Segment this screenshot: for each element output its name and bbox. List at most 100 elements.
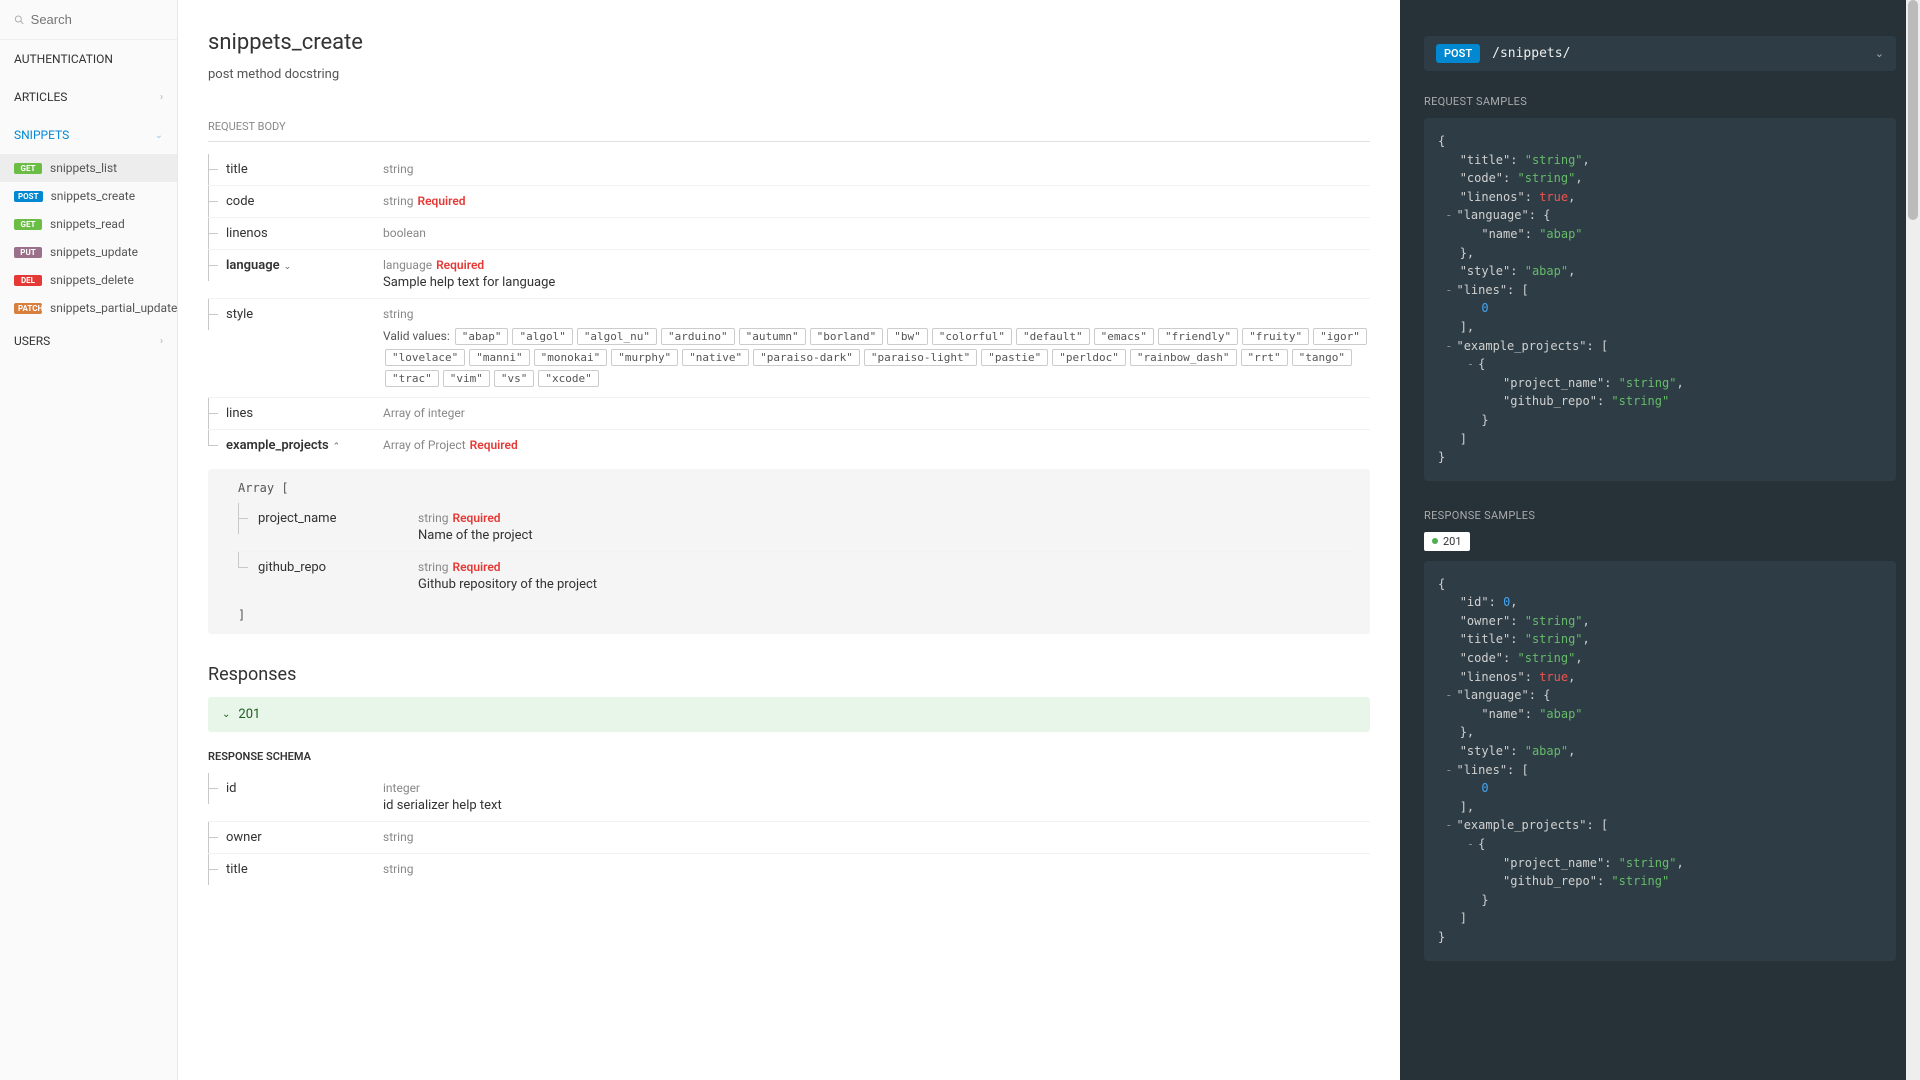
sidebar: AUTHENTICATIONARTICLES›SNIPPETS⌄GETsnipp… xyxy=(0,0,178,1080)
nav-section[interactable]: ARTICLES› xyxy=(0,78,177,116)
nested-array-block: Array [ project_name stringRequiredName … xyxy=(208,469,1370,634)
property-row: linenos boolean xyxy=(208,218,1370,250)
enum-value: "pastie" xyxy=(981,349,1048,366)
nav-item[interactable]: PUTsnippets_update xyxy=(0,238,177,266)
nested-array-open: Array [ xyxy=(228,481,1350,495)
nav-item[interactable]: PATCHsnippets_partial_update xyxy=(0,294,177,322)
nav-item[interactable]: DELsnippets_delete xyxy=(0,266,177,294)
property-name: code xyxy=(226,194,254,209)
response-tab-201[interactable]: 201 xyxy=(1424,532,1470,551)
response-schema-label: RESPONSE SCHEMA xyxy=(208,750,1370,763)
property-name[interactable]: example_projects xyxy=(226,438,329,453)
enum-value: "fruity" xyxy=(1242,328,1309,345)
request-sample-code[interactable]: { "title": "string", "code": "string", "… xyxy=(1424,118,1896,481)
enum-value: "manni" xyxy=(469,349,529,366)
endpoint-path: /snippets/ xyxy=(1492,46,1570,61)
property-name: github_repo xyxy=(258,560,326,575)
enum-value: "paraiso-dark" xyxy=(753,349,860,366)
enum-value: "algol_nu" xyxy=(577,328,657,345)
chevron-down-icon: ⌄ xyxy=(222,709,230,720)
nav-section[interactable]: AUTHENTICATION xyxy=(0,40,177,78)
chevron-up-icon[interactable]: ⌃ xyxy=(333,442,341,452)
nav-item[interactable]: GETsnippets_read xyxy=(0,210,177,238)
enum-value: "default" xyxy=(1016,328,1090,345)
responses-heading: Responses xyxy=(208,664,1370,685)
property-name: linenos xyxy=(226,226,268,241)
response-samples-label: RESPONSE SAMPLES xyxy=(1424,509,1896,522)
nav-item[interactable]: GETsnippets_list xyxy=(0,154,177,182)
nav-section[interactable]: SNIPPETS⌄ xyxy=(0,116,177,154)
search-icon xyxy=(14,14,25,26)
enum-value: "paraiso-light" xyxy=(864,349,977,366)
property-row: id integerid serializer help text xyxy=(208,773,1370,822)
endpoint-method-badge: POST xyxy=(1436,44,1480,63)
enum-value: "trac" xyxy=(385,370,439,387)
enum-value: "native" xyxy=(682,349,749,366)
property-name: id xyxy=(226,781,237,796)
enum-value: "rainbow_dash" xyxy=(1130,349,1237,366)
enum-value: "borland" xyxy=(810,328,884,345)
main-content: snippets_create post method docstring RE… xyxy=(178,0,1400,1080)
request-body-label: REQUEST BODY xyxy=(208,112,1370,142)
property-row: project_name stringRequiredName of the p… xyxy=(228,503,1350,552)
property-name: title xyxy=(226,162,248,177)
response-sample-code[interactable]: { "id": 0, "owner": "string", "title": "… xyxy=(1424,561,1896,961)
endpoint-header[interactable]: POST /snippets/ ⌄ xyxy=(1424,36,1896,71)
enum-value: "bw" xyxy=(887,328,928,345)
enum-value: "monokai" xyxy=(534,349,608,366)
property-name: title xyxy=(226,862,248,877)
nav-section[interactable]: USERS› xyxy=(0,322,177,360)
enum-value: "abap" xyxy=(455,328,509,345)
chevron-down-icon[interactable]: ⌄ xyxy=(284,262,292,272)
property-name: owner xyxy=(226,830,262,845)
property-name[interactable]: language xyxy=(226,258,280,273)
enum-value: "emacs" xyxy=(1094,328,1154,345)
property-row: owner string xyxy=(208,822,1370,854)
search-input[interactable] xyxy=(31,12,163,27)
property-row: code stringRequired xyxy=(208,186,1370,218)
enum-value: "vim" xyxy=(443,370,490,387)
property-row: title string xyxy=(208,854,1370,885)
enum-value: "perldoc" xyxy=(1052,349,1126,366)
request-samples-label: REQUEST SAMPLES xyxy=(1424,95,1896,108)
enum-value: "igor" xyxy=(1313,328,1367,345)
enum-value: "murphy" xyxy=(611,349,678,366)
scrollbar[interactable] xyxy=(1906,0,1920,1080)
property-name: project_name xyxy=(258,511,336,526)
enum-value: "arduino" xyxy=(661,328,735,345)
method-badge: POST xyxy=(14,191,43,202)
enum-value: "algol" xyxy=(512,328,572,345)
enum-value: "tango" xyxy=(1292,349,1352,366)
method-badge: GET xyxy=(14,163,42,174)
enum-value: "colorful" xyxy=(932,328,1012,345)
property-row: example_projects⌃ Array of ProjectRequir… xyxy=(208,430,1370,461)
enum-value: "rrt" xyxy=(1241,349,1288,366)
property-row: lines Array of integer xyxy=(208,398,1370,430)
method-badge: PUT xyxy=(14,247,42,258)
enum-value: "autumn" xyxy=(739,328,806,345)
chevron-down-icon: ⌄ xyxy=(1875,47,1884,60)
right-panel: POST /snippets/ ⌄ REQUEST SAMPLES { "tit… xyxy=(1400,0,1920,1080)
property-row: github_repo stringRequiredGithub reposit… xyxy=(228,552,1350,600)
response-schema: id integerid serializer help text owner … xyxy=(208,773,1370,885)
enum-value: "lovelace" xyxy=(385,349,465,366)
method-badge: DEL xyxy=(14,275,42,286)
status-dot-icon xyxy=(1432,538,1438,544)
method-badge: GET xyxy=(14,219,42,230)
enum-value: "xcode" xyxy=(538,370,598,387)
property-row: style stringValid values: "abap""algol""… xyxy=(208,299,1370,398)
nav-item[interactable]: POSTsnippets_create xyxy=(0,182,177,210)
property-row: language⌄ languageRequiredSample help te… xyxy=(208,250,1370,299)
enum-value: "vs" xyxy=(494,370,535,387)
scrollbar-thumb[interactable] xyxy=(1908,0,1918,220)
page-description: post method docstring xyxy=(208,67,1370,82)
property-name: style xyxy=(226,307,253,322)
property-row: title string xyxy=(208,154,1370,186)
method-badge: PATCH xyxy=(14,303,42,314)
response-code[interactable]: ⌄ 201 xyxy=(208,697,1370,732)
page-title: snippets_create xyxy=(208,30,1370,55)
nested-array-close: ] xyxy=(228,608,1350,622)
search-box xyxy=(0,0,177,40)
response-code-value: 201 xyxy=(238,707,260,722)
request-body: title string code stringRequired linenos… xyxy=(208,154,1370,461)
